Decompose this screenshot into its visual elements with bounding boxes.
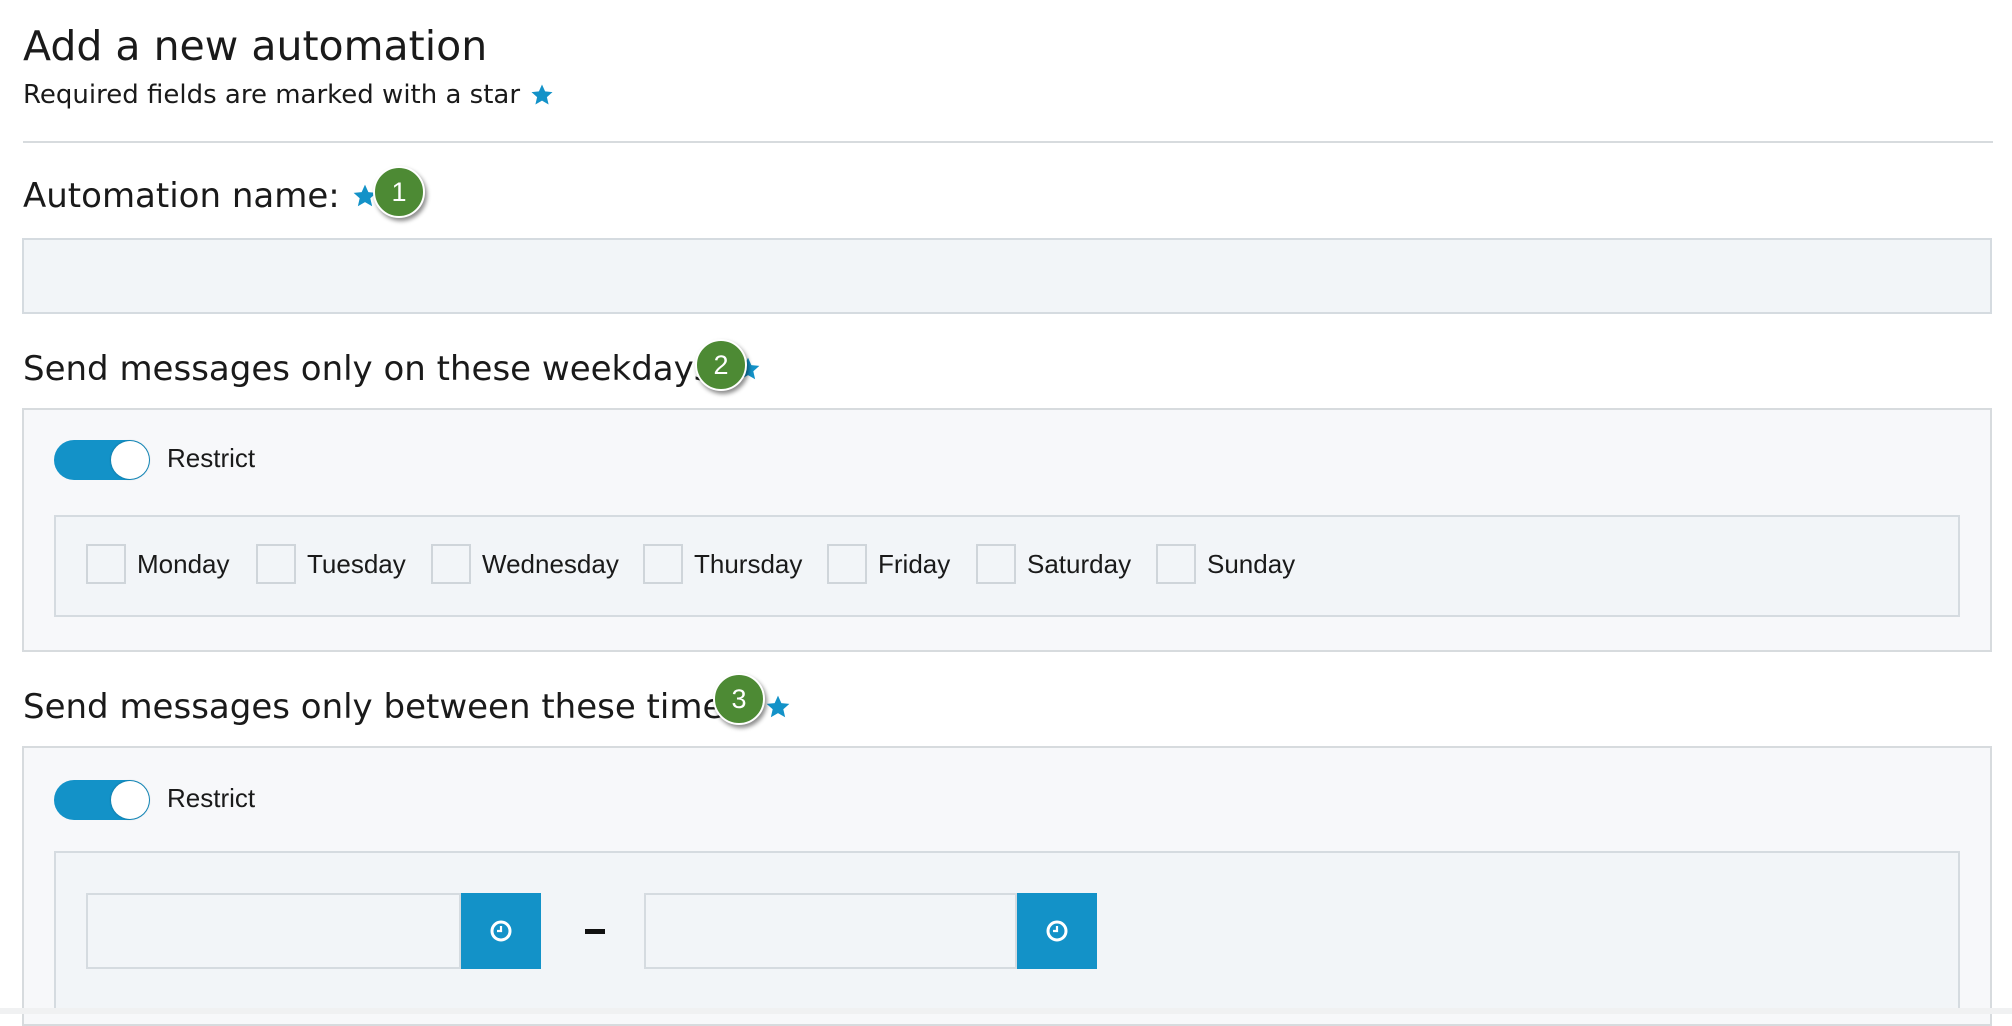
header-divider [23,141,1993,143]
day-option-wednesday[interactable]: Wednesday [431,544,619,584]
day-option-sunday[interactable]: Sunday [1156,544,1295,584]
weekdays-panel: Restrict Monday Tuesday Wednesday Thursd… [22,408,1992,652]
friday-label: Friday [878,548,951,579]
time-range-separator [585,929,605,934]
star-icon [530,83,554,107]
sunday-checkbox[interactable] [1156,544,1196,584]
clock-icon [1046,920,1068,942]
automation-name-input[interactable] [22,238,1992,314]
tuesday-checkbox[interactable] [256,544,296,584]
weekdays-label: Send messages only on these weekdays: [23,347,761,391]
toggle-knob [111,781,149,819]
weekdays-label-text: Send messages only on these weekdays: [23,349,723,389]
times-options [54,851,1960,1011]
weekdays-restrict-label: Restrict [167,443,256,473]
start-time-picker-button[interactable] [461,893,541,969]
bottom-edge [0,1008,2012,1014]
end-time-input[interactable] [644,893,1017,969]
weekdays-options: Monday Tuesday Wednesday Thursday Friday… [54,515,1960,617]
weekdays-restrict-toggle[interactable] [54,440,150,480]
page-subtitle: Required fields are marked with a star [23,78,554,112]
sunday-label: Sunday [1207,548,1296,579]
start-time-input[interactable] [86,893,461,969]
thursday-checkbox[interactable] [643,544,683,584]
times-restrict-toggle[interactable] [54,780,150,820]
day-option-tuesday[interactable]: Tuesday [256,544,406,584]
saturday-label: Saturday [1027,548,1132,579]
clock-icon [490,920,512,942]
times-restrict-label: Restrict [167,783,256,813]
monday-label: Monday [137,548,230,579]
step-badge-1: 1 [373,166,425,218]
times-label: Send messages only between these times: [23,685,791,729]
step-badge-3: 3 [713,673,765,725]
saturday-checkbox[interactable] [976,544,1016,584]
tuesday-label: Tuesday [307,548,406,579]
subtitle-text: Required fields are marked with a star [23,80,521,110]
wednesday-label: Wednesday [482,548,619,579]
times-label-text: Send messages only between these times: [23,687,753,727]
star-icon [765,694,791,720]
toggle-knob [111,441,149,479]
day-option-thursday[interactable]: Thursday [643,544,802,584]
times-panel: Restrict [22,746,1992,1026]
day-option-monday[interactable]: Monday [86,544,230,584]
automation-name-label: Automation name: [23,174,378,218]
monday-checkbox[interactable] [86,544,126,584]
end-time-picker-button[interactable] [1017,893,1097,969]
thursday-label: Thursday [694,548,803,579]
friday-checkbox[interactable] [827,544,867,584]
step-badge-2: 2 [695,339,747,391]
page-title: Add a new automation [23,22,488,70]
automation-name-label-text: Automation name: [23,176,340,216]
day-option-friday[interactable]: Friday [827,544,950,584]
wednesday-checkbox[interactable] [431,544,471,584]
day-option-saturday[interactable]: Saturday [976,544,1131,584]
